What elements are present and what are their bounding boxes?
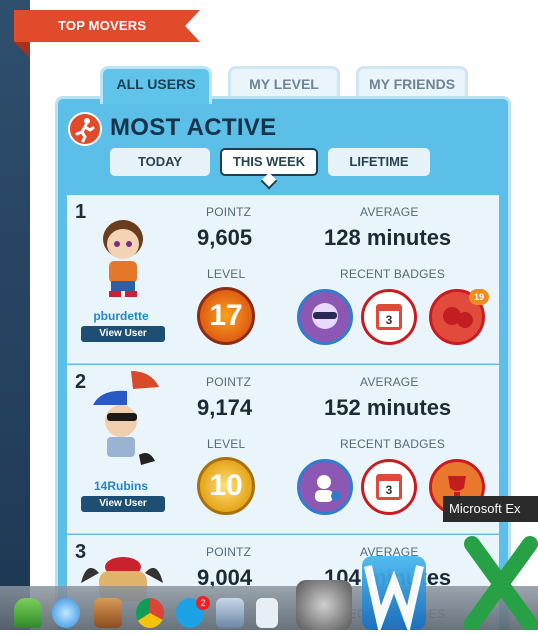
leaderboard-row: 1 pburdette View User POINTZ 9,605 AVERA… (67, 195, 499, 364)
tab-my-level[interactable]: MY LEVEL (228, 66, 340, 98)
panel-title: MOST ACTIVE (110, 114, 277, 141)
calendar-badge-icon[interactable]: 3 (361, 459, 417, 515)
pointz-label: POINTZ (206, 545, 252, 559)
average-value: 152 minutes (324, 395, 452, 420)
runner-icon (68, 112, 102, 146)
level-badge: 17 (197, 287, 255, 345)
recent-badges-label: RECENT BADGES (340, 437, 446, 451)
tab-all-users[interactable]: ALL USERS (100, 66, 212, 104)
star-face-badge-icon[interactable] (297, 289, 353, 345)
pointz-value: 9,174 (197, 395, 253, 420)
top-movers-ribbon: TOP MOVERS (14, 10, 200, 42)
rank-number: 2 (75, 371, 87, 393)
avatar (93, 217, 153, 301)
level-label: LEVEL (207, 267, 246, 281)
tab-my-friends[interactable]: MY FRIENDS (356, 66, 468, 98)
dock-tooltip: Microsoft Ex (443, 496, 538, 522)
pointz-label: POINTZ (206, 375, 252, 389)
pointz-value: 9,605 (197, 225, 253, 250)
settings-gear-icon[interactable] (296, 580, 352, 630)
notification-badge: 2 (196, 596, 210, 610)
username-link[interactable]: 14Rubins (81, 479, 161, 493)
svg-text:3: 3 (386, 483, 393, 497)
view-user-button[interactable]: View User (81, 326, 165, 342)
ribbon-label: TOP MOVERS (58, 18, 147, 33)
add-friend-badge-icon[interactable] (297, 459, 353, 515)
rank-number: 1 (75, 201, 87, 223)
level-label: LEVEL (207, 437, 246, 451)
music-app-icon[interactable] (52, 598, 80, 628)
svg-text:3: 3 (386, 313, 393, 327)
filter-today[interactable]: TODAY (110, 148, 210, 176)
leaderboard-row: 2 14Rubins View User POINTZ 9,174 AVERAG… (67, 365, 499, 534)
pointz-label: POINTZ (206, 205, 252, 219)
finder-window-icon[interactable] (256, 598, 278, 628)
username-link[interactable]: pburdette (81, 309, 161, 323)
word-app-icon[interactable] (362, 556, 426, 635)
frog-app-icon[interactable] (14, 598, 42, 628)
presentation-app-icon[interactable] (94, 598, 122, 628)
average-value: 128 minutes (324, 225, 452, 250)
calendar-badge-icon[interactable]: 3 (361, 289, 417, 345)
view-user-button[interactable]: View User (81, 496, 165, 512)
excel-app-icon[interactable] (464, 536, 538, 632)
chrome-browser-icon[interactable] (136, 598, 164, 628)
filter-lifetime[interactable]: LIFETIME (328, 148, 430, 176)
level-badge: 10 (197, 457, 255, 515)
average-label: AVERAGE (360, 205, 419, 219)
left-edge-bar (0, 0, 30, 630)
photos-app-icon[interactable] (216, 598, 244, 628)
badge-count: 19 (469, 289, 489, 305)
avatar (91, 369, 169, 471)
recent-badges-label: RECENT BADGES (340, 267, 446, 281)
average-label: AVERAGE (360, 375, 419, 389)
